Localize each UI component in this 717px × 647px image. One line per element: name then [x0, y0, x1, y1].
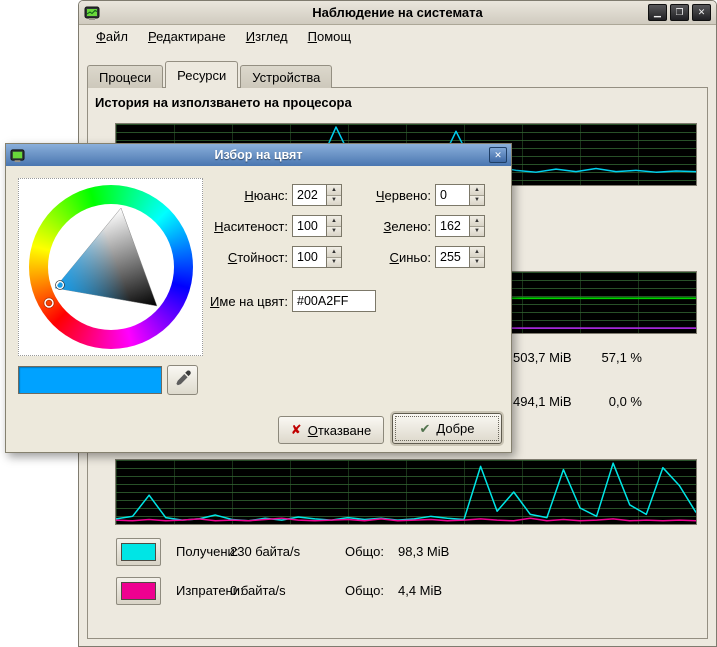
spin-down-icon[interactable]: ▼	[327, 258, 341, 268]
ok-button-label: Добре	[436, 421, 474, 436]
color-name-input[interactable]	[292, 290, 376, 312]
tab-processes[interactable]: Процеси	[87, 65, 163, 88]
close-icon: ✕	[698, 8, 706, 17]
spin-up-icon[interactable]: ▲	[470, 185, 484, 196]
blue-input[interactable]	[436, 247, 469, 267]
spin-up-icon[interactable]: ▲	[470, 216, 484, 227]
tab-strip: Процеси Ресурси Устройства	[87, 61, 334, 88]
spin-up-icon[interactable]: ▲	[327, 216, 341, 227]
saturation-value-triangle[interactable]	[29, 185, 193, 349]
hue-label: Нюанс:	[176, 184, 288, 203]
menu-help[interactable]: Помощ	[299, 27, 360, 46]
spin-down-icon[interactable]: ▼	[327, 196, 341, 206]
received-rate: 230 байта/s	[230, 545, 300, 559]
hue-spinner[interactable]: ▲▼	[292, 184, 342, 206]
maximize-button[interactable]: ❐	[670, 4, 689, 21]
cancel-button-label: Отказване	[308, 423, 372, 438]
blue-label: Синьо:	[346, 246, 431, 265]
spin-down-icon[interactable]: ▼	[327, 227, 341, 237]
menu-view[interactable]: Изглед	[237, 27, 297, 46]
saturation-input[interactable]	[293, 216, 326, 236]
blue-spinner[interactable]: ▲▼	[435, 246, 485, 268]
green-spinner[interactable]: ▲▼	[435, 215, 485, 237]
color-wheel-panel	[18, 178, 203, 356]
window-controls: ▁ ❐ ✕	[648, 4, 711, 21]
memory-percent: 57,1 %	[558, 351, 642, 365]
sent-total: 4,4 MiB	[398, 584, 442, 598]
saturation-label: Наситеност:	[176, 215, 288, 234]
dialog-title: Избор на цвят	[6, 148, 511, 162]
sent-total-label: Общо:	[345, 584, 384, 598]
received-color-button[interactable]	[116, 538, 161, 566]
app-icon	[84, 5, 100, 21]
spin-up-icon[interactable]: ▲	[327, 247, 341, 258]
sent-color-button[interactable]	[116, 577, 161, 605]
received-color-swatch	[121, 543, 156, 561]
ok-check-icon: ✔	[420, 421, 431, 437]
spin-up-icon[interactable]: ▲	[470, 247, 484, 258]
sent-rate: 0 байта/s	[230, 584, 286, 598]
ok-button[interactable]: ✔ Добре	[392, 413, 502, 444]
dialog-app-icon	[10, 148, 25, 163]
color-name-label: Име на цвят:	[176, 290, 288, 309]
color-wheel	[29, 185, 193, 349]
red-spinner[interactable]: ▲▼	[435, 184, 485, 206]
minimize-icon: ▁	[654, 8, 661, 17]
eyedropper-button[interactable]	[167, 365, 198, 395]
menubar: Файл Редактиране Изглед Помощ	[79, 25, 716, 47]
saturation-spinner[interactable]: ▲▼	[292, 215, 342, 237]
red-input[interactable]	[436, 185, 469, 205]
cancel-button[interactable]: ✘ Отказване	[278, 416, 384, 444]
value-input[interactable]	[293, 247, 326, 267]
green-label: Зелено:	[346, 215, 431, 234]
swap-percent: 0,0 %	[558, 395, 642, 409]
spin-down-icon[interactable]: ▼	[470, 258, 484, 268]
minimize-button[interactable]: ▁	[648, 4, 667, 21]
menu-edit[interactable]: Редактиране	[139, 27, 235, 46]
tab-resources[interactable]: Ресурси	[165, 61, 238, 88]
red-label: Червено:	[346, 184, 431, 203]
tab-devices[interactable]: Устройства	[240, 65, 332, 88]
dialog-titlebar[interactable]: Избор на цвят ✕	[6, 144, 511, 166]
main-window-titlebar[interactable]: Наблюдение на системата ▁ ❐ ✕	[79, 1, 716, 25]
value-spinner[interactable]: ▲▼	[292, 246, 342, 268]
cancel-x-icon: ✘	[291, 422, 302, 438]
received-total-label: Общо:	[345, 545, 384, 559]
eyedropper-icon	[173, 369, 193, 392]
spin-down-icon[interactable]: ▼	[470, 196, 484, 206]
spin-down-icon[interactable]: ▼	[470, 227, 484, 237]
main-window-title: Наблюдение на системата	[79, 5, 716, 20]
received-total: 98,3 MiB	[398, 545, 449, 559]
cpu-history-heading: История на използването на процесора	[95, 95, 352, 110]
sent-color-swatch	[121, 582, 156, 600]
network-history-chart	[115, 459, 697, 525]
green-input[interactable]	[436, 216, 469, 236]
value-label: Стойност:	[176, 246, 288, 265]
menu-file[interactable]: Файл	[87, 27, 137, 46]
dialog-close-icon: ✕	[494, 150, 502, 161]
maximize-icon: ❐	[675, 8, 683, 17]
close-button[interactable]: ✕	[692, 4, 711, 21]
spin-up-icon[interactable]: ▲	[327, 185, 341, 196]
dialog-body: Нюанс: ▲▼ Червено: ▲▼ Наситеност: ▲▼ Зел…	[6, 166, 511, 454]
hue-input[interactable]	[293, 185, 326, 205]
dialog-close-button[interactable]: ✕	[489, 147, 507, 163]
color-picker-dialog: Избор на цвят ✕	[5, 143, 512, 453]
color-preview	[18, 366, 162, 394]
